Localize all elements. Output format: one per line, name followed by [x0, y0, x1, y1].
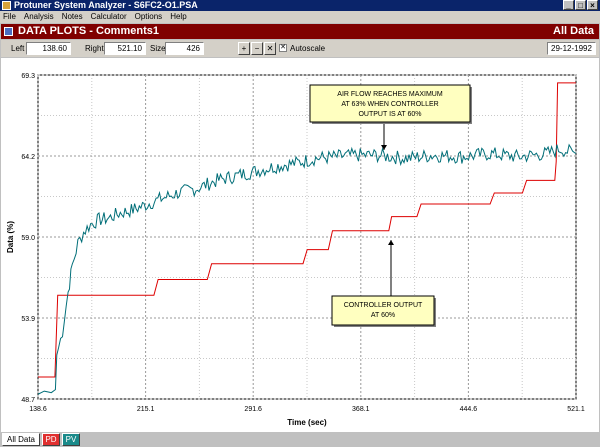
- y-tick-label: 64.2: [21, 154, 35, 161]
- left-value-field[interactable]: 138.60: [26, 42, 71, 55]
- menu-options[interactable]: Options: [135, 11, 163, 23]
- range-toolbar: Left 138.60 Right 521.10 Size 426 + − ✕ …: [1, 40, 599, 57]
- x-tick-label: 138.6: [29, 406, 47, 413]
- data-range-label: All Data: [553, 25, 594, 37]
- y-tick-label: 59.0: [21, 235, 35, 242]
- x-tick-label: 444.6: [460, 406, 478, 413]
- annotation-text: AT 63% WHEN CONTROLLER: [341, 101, 438, 108]
- tab-all-data[interactable]: All Data: [2, 433, 40, 446]
- maximize-button[interactable]: □: [575, 0, 586, 10]
- window-title: Protuner System Analyzer - S6FC2-O1.PSA: [14, 0, 198, 10]
- zoom-in-button[interactable]: +: [238, 42, 250, 55]
- x-axis-label: Time (sec): [287, 418, 327, 427]
- document-title: DATA PLOTS - Comments1: [18, 25, 159, 37]
- annotation-text: CONTROLLER OUTPUT: [344, 302, 423, 309]
- annotation-box: [331, 295, 435, 326]
- right-value-field[interactable]: 521.10: [104, 42, 146, 55]
- app-icon: [2, 1, 11, 10]
- menu-notes[interactable]: Notes: [62, 11, 83, 23]
- minimize-button[interactable]: _: [563, 0, 574, 10]
- y-tick-label: 69.3: [21, 73, 35, 80]
- size-label: Size: [150, 44, 166, 53]
- tab-pv[interactable]: PV: [62, 433, 80, 446]
- x-tick-label: 368.1: [352, 406, 370, 413]
- date-field: 29-12-1992: [547, 42, 596, 55]
- series-tab-bar: All Data PD PV: [0, 432, 600, 447]
- menu-calculator[interactable]: Calculator: [91, 11, 127, 23]
- tab-pd[interactable]: PD: [42, 433, 60, 446]
- menu-file[interactable]: File: [3, 11, 16, 23]
- document-title-bar: DATA PLOTS - Comments1 All Data: [1, 24, 599, 39]
- menu-analysis[interactable]: Analysis: [24, 11, 54, 23]
- y-axis-label: Data (%): [6, 221, 15, 253]
- x-tick-label: 215.1: [137, 406, 155, 413]
- menu-bar: File Analysis Notes Calculator Options H…: [0, 11, 600, 23]
- annotation-text: OUTPUT IS AT 60%: [358, 111, 421, 118]
- right-label: Right: [85, 44, 104, 53]
- size-value-field[interactable]: 426: [165, 42, 204, 55]
- window-title-bar: Protuner System Analyzer - S6FC2-O1.PSA …: [0, 0, 600, 11]
- zoom-out-button[interactable]: −: [251, 42, 263, 55]
- annotation-text: AT 60%: [371, 312, 395, 319]
- y-tick-label: 53.9: [21, 316, 35, 323]
- x-tick-label: 291.6: [244, 406, 262, 413]
- autoscale-checkbox[interactable]: ✕: [279, 44, 287, 52]
- plot-area: 138.6 215.1 291.6 368.1 444.6 521.1 69.3 64.2 59…: [1, 58, 599, 432]
- menu-help[interactable]: Help: [170, 11, 186, 23]
- left-label: Left: [11, 44, 25, 53]
- y-tick-label: 48.7: [21, 397, 35, 404]
- zoom-reset-button[interactable]: ✕: [264, 42, 276, 55]
- document-icon: [4, 27, 13, 36]
- annotation-text: AIR FLOW REACHES MAXIMUM: [337, 91, 443, 98]
- autoscale-label: Autoscale: [290, 44, 326, 53]
- x-tick-label: 521.1: [567, 406, 585, 413]
- data-plot-chart[interactable]: 138.6 215.1 291.6 368.1 444.6 521.1 69.3 64.2 59…: [1, 58, 599, 432]
- close-button[interactable]: ×: [587, 0, 598, 10]
